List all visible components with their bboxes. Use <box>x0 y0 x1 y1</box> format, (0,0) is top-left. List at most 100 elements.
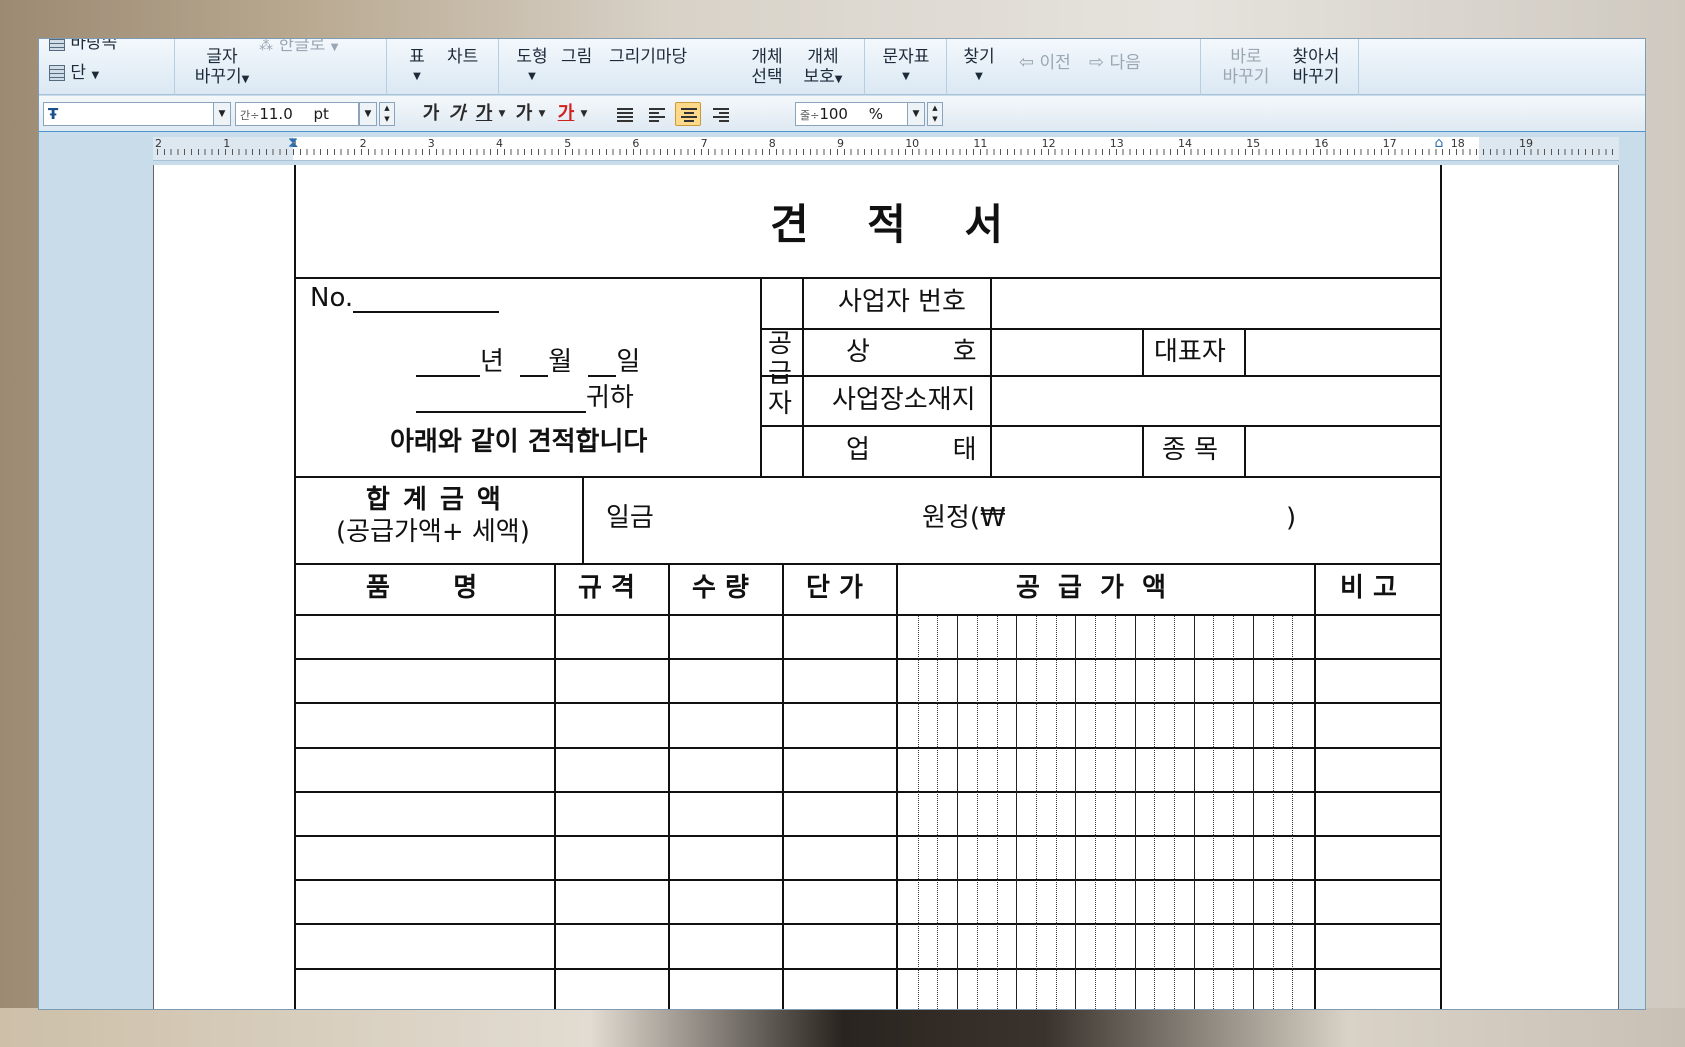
align-right-button[interactable] <box>707 102 733 126</box>
ribbon-group-replace: 바로 바꾸기 찾아서 바꾸기 <box>1201 39 1359 95</box>
strike-dropdown[interactable]: ▼ <box>535 102 549 126</box>
ribbon-group-table: 표 ▼ 차트 <box>387 39 499 95</box>
font-size-spinner[interactable]: ▲ ▼ <box>379 102 395 126</box>
ruler-tick-label: 10 <box>905 137 920 150</box>
total-amount-sublabel: (공급가액+ 세액) <box>336 517 530 547</box>
find-next-button[interactable]: ⇨ 다음 <box>1089 52 1141 74</box>
col-header-note: 비 고 <box>1340 573 1397 603</box>
ribbon-toolbar: 바탕쪽 단 ▼ 글자 바꾸기▼ ⁂ 한글로 ▼ 표 ▼ 차트 도형 ▼ 그림 그… <box>39 39 1645 95</box>
spin-up-icon: ▲ <box>384 104 390 112</box>
supply-digit-divider <box>957 616 958 1009</box>
address-field[interactable] <box>992 377 1438 425</box>
arrow-right-icon: ⇨ <box>1089 52 1105 73</box>
table-row-line <box>296 791 1440 793</box>
style-combo[interactable]: Ŧ <box>43 102 215 126</box>
align-center-button[interactable] <box>675 102 701 126</box>
object-protect-button[interactable]: 개체 보호▼ <box>795 47 851 90</box>
font-color-button[interactable]: 가 <box>555 102 577 126</box>
column-icon <box>49 65 65 81</box>
supply-digit-divider <box>918 616 919 1009</box>
supply-digit-divider <box>1273 616 1274 1009</box>
format-toolbar: Ŧ ▼ 간÷11.0 pt ▼ ▲▼ 가 가 가 ▼ 가 ▼ 가 ▼ 줄÷10 <box>39 96 1645 132</box>
align-left-button[interactable] <box>643 102 669 126</box>
chevron-down-icon: ▼ <box>580 109 588 119</box>
chevron-down-icon: ▼ <box>498 109 506 119</box>
supply-digit-divider <box>937 616 938 1009</box>
underline-dropdown[interactable]: ▼ <box>495 102 509 126</box>
supply-digit-divider <box>1075 616 1076 1009</box>
font-color-dropdown[interactable]: ▼ <box>577 102 591 126</box>
background-page-button[interactable]: 바탕쪽 <box>49 39 117 53</box>
picture-button[interactable]: 그림 <box>561 47 592 67</box>
supply-digit-divider <box>997 616 998 1009</box>
recipient-line: 귀하 <box>416 383 634 413</box>
ruler-tick-label: 3 <box>427 137 435 150</box>
strike-button[interactable]: 가 <box>513 102 535 126</box>
ruler-tick-label: 17 <box>1382 137 1397 150</box>
spin-down-icon: ▼ <box>384 115 390 123</box>
object-select-button[interactable]: 개체 선택 <box>747 47 787 87</box>
supply-digit-divider <box>977 616 978 1009</box>
line-spacing-combo[interactable]: 줄÷100 % <box>795 102 909 126</box>
to-hangul-button[interactable]: ⁂ 한글로 ▼ <box>259 39 339 58</box>
line-spacing-dropdown-button[interactable]: ▼ <box>907 102 925 126</box>
find-replace-button[interactable]: 찾아서 바꾸기 <box>1285 47 1347 87</box>
chevron-down-icon: ▼ <box>241 74 250 85</box>
style-dropdown-button[interactable]: ▼ <box>213 102 231 126</box>
company-name-field[interactable] <box>992 330 1142 375</box>
amount-prefix: 일금 <box>606 503 654 533</box>
ruler-tick-label: 12 <box>1041 137 1056 150</box>
font-size-combo[interactable]: 간÷11.0 pt <box>235 102 359 126</box>
spin-down-icon: ▼ <box>932 115 938 123</box>
desktop-background-bottom <box>0 1008 1685 1047</box>
table-row-line <box>296 835 1440 837</box>
ruler-tick-label: 5 <box>564 137 572 150</box>
quotation-statement: 아래와 같이 견적합니다 <box>390 427 648 457</box>
background-page-icon <box>49 39 65 51</box>
table-row-line <box>296 968 1440 970</box>
underline-button[interactable]: 가 <box>473 102 495 126</box>
justify-button[interactable] <box>611 102 637 126</box>
supply-digit-divider <box>1253 616 1254 1009</box>
ruler-tick-label: 14 <box>1178 137 1192 150</box>
find-button[interactable]: 찾기 ▼ <box>961 47 997 87</box>
supplier-label-1: 공 <box>768 329 792 359</box>
biz-number-field[interactable] <box>992 279 1438 327</box>
document-page[interactable]: 견 적 서 No. 년 월 일 귀하 아래와 같이 견적합니다 공 급 자 사업… <box>153 165 1619 1009</box>
ruler-tick-label: 19 <box>1519 137 1533 150</box>
ruler-tick-label: 6 <box>632 137 640 150</box>
ruler-tick-label: 15 <box>1246 137 1261 150</box>
business-item-field[interactable] <box>1246 427 1438 476</box>
ribbon-group-insert: 도형 ▼ 그림 그리기마당 개체 선택 개체 보호▼ <box>499 39 865 95</box>
left-indent-marker[interactable]: ⧗ <box>286 136 300 161</box>
font-size-dropdown-button[interactable]: ▼ <box>359 102 377 126</box>
business-type-field[interactable] <box>992 427 1142 476</box>
table-row-line <box>296 658 1440 660</box>
drawing-wizard-button[interactable]: 그리기마당 <box>609 47 687 67</box>
date-line: 년 월 일 <box>416 347 640 377</box>
ruler-tick-label: 1 <box>223 137 231 150</box>
company-name-label: 상 호 <box>846 337 977 367</box>
representative-field[interactable] <box>1246 330 1438 375</box>
address-label: 사업장소재지 <box>832 385 976 415</box>
amount-won-label: 원정(₩ <box>922 503 1006 533</box>
column-button[interactable]: 단 ▼ <box>49 63 99 86</box>
replace-now-button[interactable]: 바로 바꾸기 <box>1215 47 1277 87</box>
shape-button[interactable]: 도형 ▼ <box>511 47 553 87</box>
supply-digit-divider <box>1016 616 1017 1009</box>
line-spacing-spinner[interactable]: ▲ ▼ <box>927 102 943 126</box>
bold-button[interactable]: 가 <box>421 102 441 126</box>
style-icon: Ŧ <box>48 105 59 123</box>
find-prev-button[interactable]: ⇦ 이전 <box>1019 53 1071 74</box>
right-indent-marker[interactable]: ⌂ <box>1432 136 1446 161</box>
char-replace-button[interactable]: 글자 바꾸기▼ <box>191 47 253 90</box>
italic-button[interactable]: 가 <box>447 102 467 126</box>
total-amount-label: 합 계 금 액 <box>366 485 503 515</box>
chevron-down-icon: ▼ <box>330 42 339 53</box>
table-button[interactable]: 표 ▼ <box>405 47 429 87</box>
chart-button[interactable]: 차트 <box>447 47 478 67</box>
horizontal-ruler[interactable]: 2 1 1 2 3 4 5 6 7 8 9 10 11 12 13 14 15 16 17 18 19 ⧗ ⌂ <box>153 136 1619 161</box>
representative-label: 대표자 <box>1154 337 1226 367</box>
char-map-button[interactable]: 문자표 ▼ <box>877 47 935 87</box>
supplier-label-2: 급 <box>768 359 792 389</box>
